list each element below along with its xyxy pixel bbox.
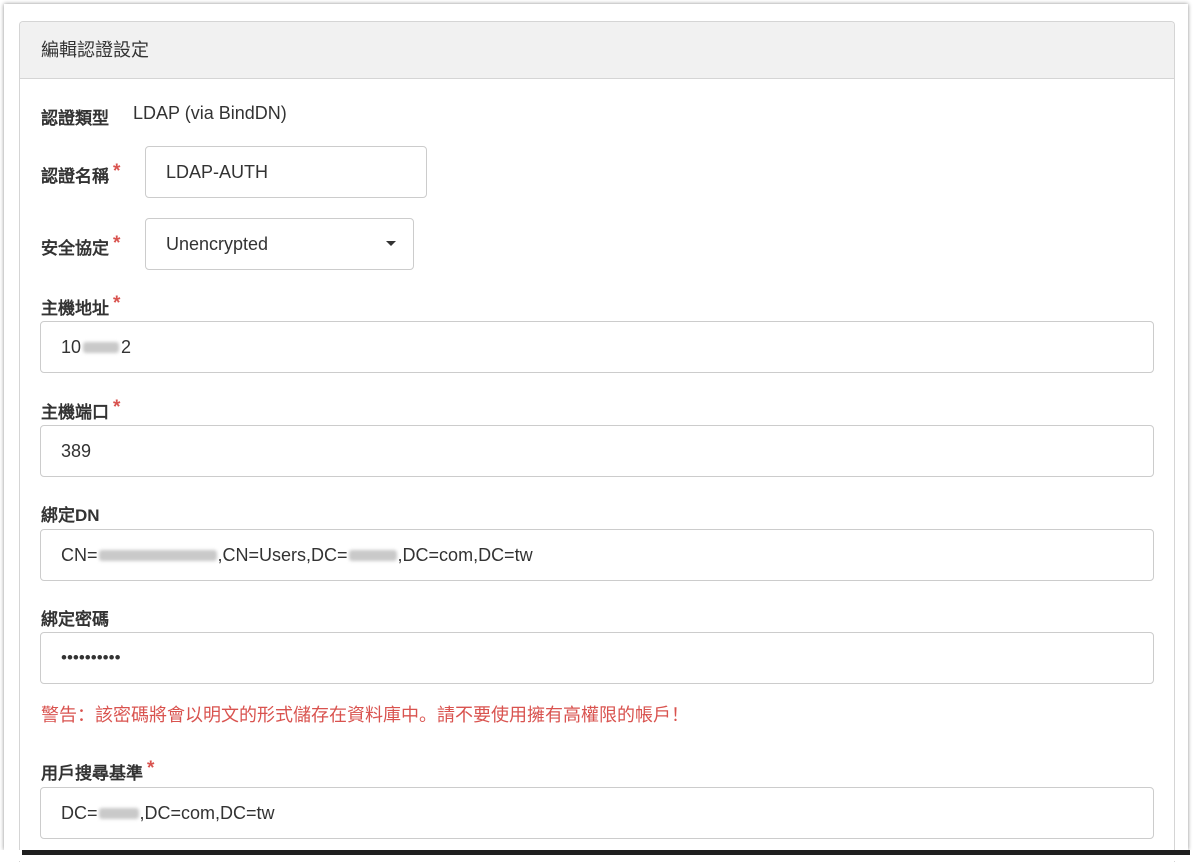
password-warning: 警告：該密碼將會以明文的形式儲存在資料庫中。請不要使用擁有高權限的帳戶！ [41, 705, 689, 725]
caret-down-icon [386, 241, 396, 246]
auth-type-label: 認證類型 [41, 109, 109, 128]
host-address-input[interactable]: 10 2 [40, 321, 1154, 373]
panel-title: 編輯認證設定 [20, 22, 1174, 79]
bind-password-value: •••••••••• [61, 648, 121, 667]
redacted-value [98, 549, 217, 561]
host-port-value: 389 [61, 440, 92, 461]
redacted-value [83, 341, 120, 353]
required-mark: * [113, 233, 121, 254]
auth-name-label: 認證名稱 * [41, 161, 121, 186]
auth-type-value: LDAP (via BindDN) [133, 103, 287, 123]
auth-name-value: LDAP-AUTH [166, 161, 269, 182]
host-port-input[interactable]: 389 [40, 425, 1154, 477]
user-search-base-input[interactable]: DC= ,DC=com,DC=tw [40, 787, 1154, 839]
bind-password-label: 綁定密碼 [41, 610, 109, 629]
redacted-value [348, 549, 397, 561]
bind-dn-label: 綁定DN [41, 506, 100, 525]
bind-dn-part1: CN= [61, 544, 98, 565]
edit-auth-panel: 編輯認證設定 認證類型 LDAP (via BindDN) 認證名稱 * LDAP… [19, 21, 1175, 862]
host-address-suffix: 2 [121, 336, 132, 357]
user-search-base-part1: DC= [61, 802, 98, 823]
bind-dn-input[interactable]: CN= ,CN=Users,DC= ,DC=com,DC=tw [40, 529, 1154, 581]
user-search-base-part2: ,DC=com,DC=tw [139, 802, 275, 823]
user-search-base-label: 用戶搜尋基準 * [41, 758, 155, 783]
required-mark: * [113, 161, 121, 182]
required-mark: * [113, 397, 121, 418]
security-protocol-label: 安全協定 * [41, 233, 121, 258]
security-protocol-selected: Unencrypted [166, 233, 269, 254]
host-port-label: 主機端口 * [41, 397, 121, 422]
required-mark: * [113, 293, 121, 314]
host-address-label: 主機地址 * [41, 293, 121, 318]
bind-dn-part3: ,DC=com,DC=tw [397, 544, 533, 565]
bottom-edge [0, 850, 1197, 861]
redacted-value [98, 807, 139, 819]
bind-password-input[interactable]: •••••••••• [40, 632, 1154, 684]
bind-dn-part2: ,CN=Users,DC= [217, 544, 348, 565]
host-address-prefix: 10 [61, 336, 82, 357]
required-mark: * [147, 758, 155, 779]
auth-name-input[interactable]: LDAP-AUTH [145, 146, 427, 198]
security-protocol-select[interactable]: Unencrypted [145, 218, 414, 270]
